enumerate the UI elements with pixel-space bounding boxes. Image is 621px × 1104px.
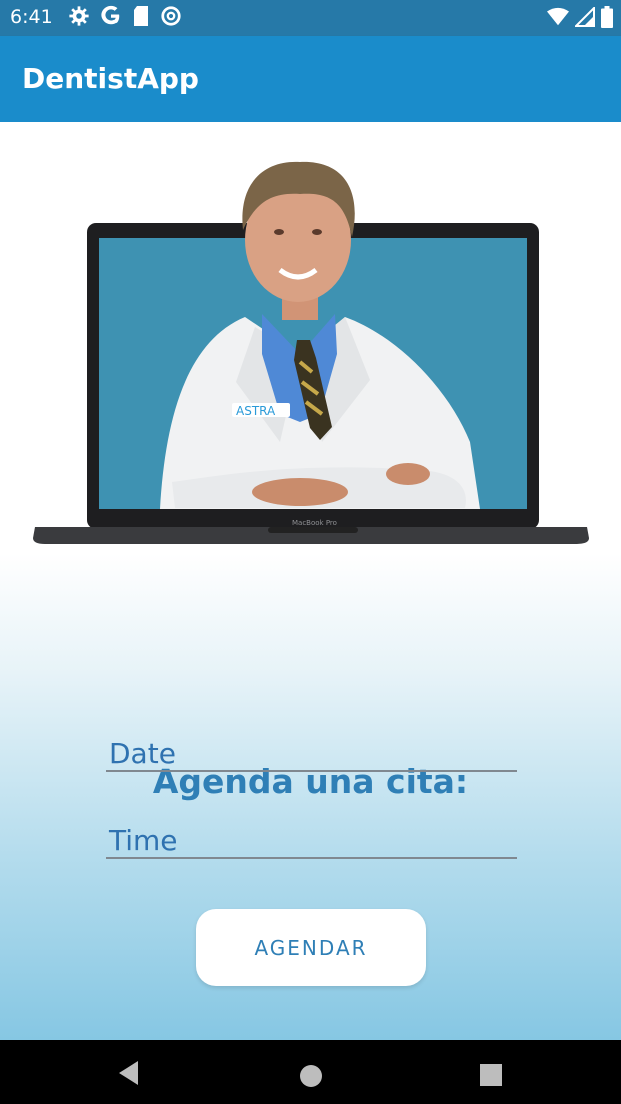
wifi-icon: [547, 7, 569, 26]
google-g-icon: [101, 5, 120, 25]
signal-icon: [575, 7, 595, 27]
battery-icon: [601, 6, 613, 28]
status-time: 6:41: [10, 6, 53, 28]
time-field[interactable]: Time: [106, 817, 517, 859]
data-saver-icon: [161, 6, 181, 26]
status-bar: 6:41: [0, 0, 621, 36]
navigation-bar: [0, 1040, 621, 1104]
home-icon[interactable]: [299, 1064, 323, 1088]
date-field-value: Date: [109, 737, 176, 770]
laptop-model-label: MacBook Pro: [292, 519, 337, 527]
date-field[interactable]: Date: [106, 730, 517, 772]
time-field-value: Time: [109, 824, 178, 857]
status-icons-right: [547, 6, 613, 28]
agendar-button[interactable]: AGENDAR: [196, 909, 426, 986]
app-title: DentistApp: [22, 62, 199, 95]
dentist-laptop-image: ASTRA MacBook Pro: [33, 161, 589, 544]
main-content: ASTRA MacBook Pro Agenda una cita:: [0, 122, 621, 1040]
recents-icon[interactable]: [480, 1064, 502, 1086]
sd-card-icon: [134, 6, 148, 26]
app-bar: DentistApp: [0, 36, 621, 122]
coat-logo-text: ASTRA: [236, 404, 276, 418]
back-icon[interactable]: [117, 1060, 141, 1086]
status-icons-left: [68, 5, 182, 27]
gear-icon: [69, 6, 89, 26]
